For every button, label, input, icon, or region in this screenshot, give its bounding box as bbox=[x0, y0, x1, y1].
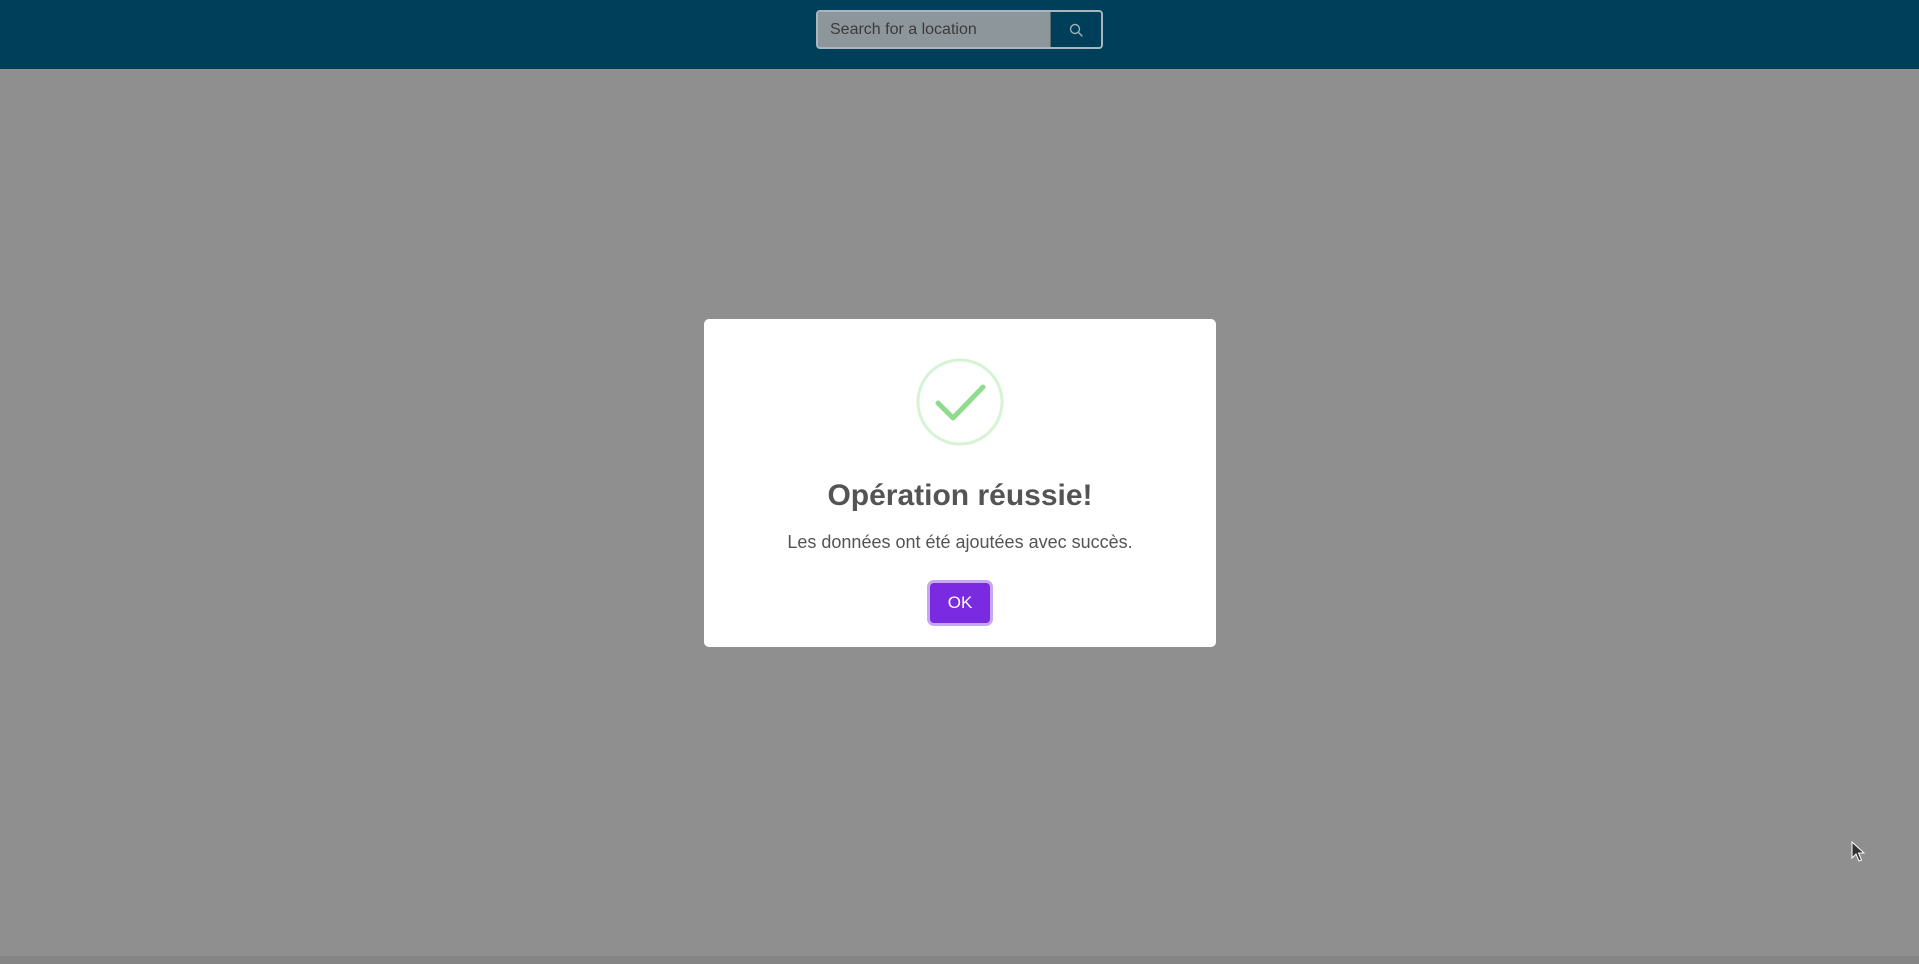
bottom-strip bbox=[0, 956, 1919, 964]
mouse-cursor-icon bbox=[1851, 841, 1865, 862]
dialog-message: Les données ont été ajoutées avec succès… bbox=[787, 532, 1133, 552]
success-check-icon bbox=[916, 358, 1004, 446]
search-bar bbox=[816, 10, 1103, 49]
search-button[interactable] bbox=[1050, 12, 1101, 47]
success-dialog: Opération réussie! Les données ont été a… bbox=[704, 319, 1216, 647]
ok-button[interactable]: OK bbox=[930, 583, 990, 623]
search-icon bbox=[1069, 23, 1083, 37]
dialog-title: Opération réussie! bbox=[827, 479, 1093, 512]
search-input[interactable] bbox=[818, 12, 1050, 47]
top-bar bbox=[0, 0, 1919, 69]
